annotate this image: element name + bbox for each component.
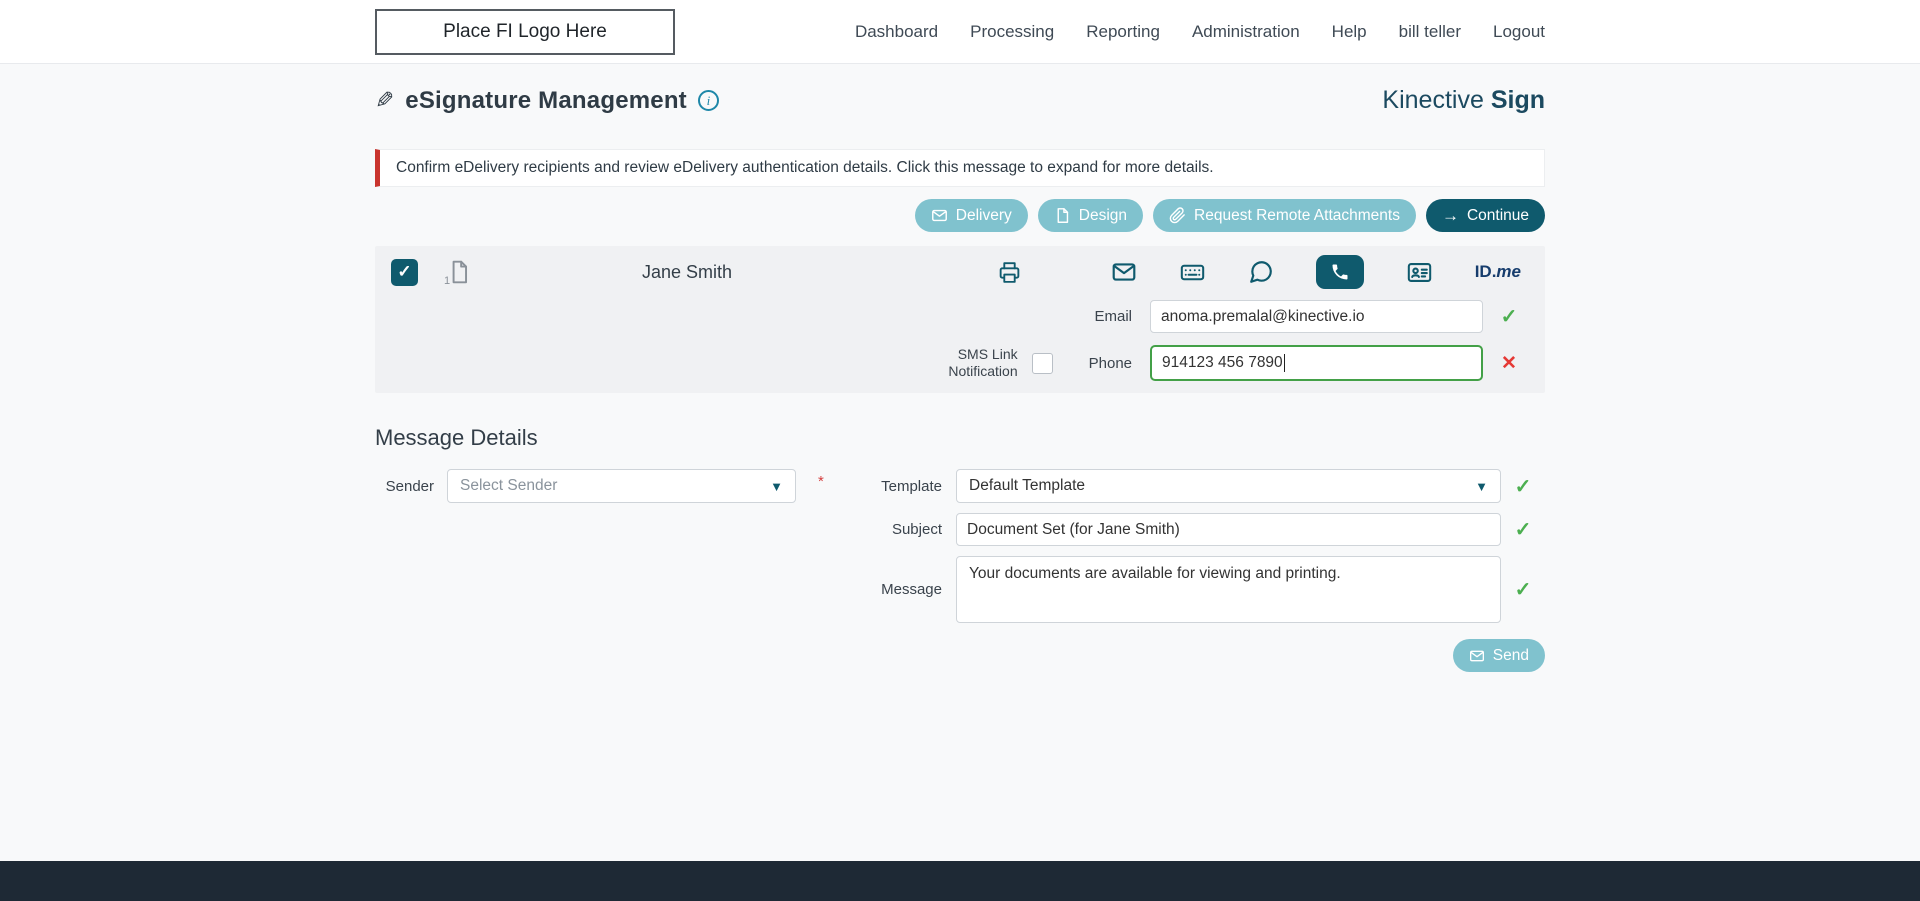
nav-dashboard[interactable]: Dashboard [855,22,938,42]
delivery-button[interactable]: Delivery [914,199,1028,232]
footer-bar [0,861,1920,901]
envelope-icon [931,207,948,224]
phone-label: Phone [1088,354,1132,372]
kinective-sign-logo: Kinective Sign [1382,86,1545,115]
contact-card-auth-icon[interactable] [1406,259,1433,286]
nav-reporting[interactable]: Reporting [1086,22,1160,42]
brand-first: Kinective [1382,86,1484,114]
phone-invalid-x-icon[interactable]: ✕ [1497,352,1521,375]
document-count: 1 [444,275,451,287]
envelope-icon [1469,648,1485,664]
document-icon [1054,207,1071,224]
message-details-form: Sender Select Sender ▼ * Template Defaul… [375,469,1545,623]
sms-label-line2: Notification [948,363,1018,379]
text-cursor [1283,354,1285,372]
top-bar: Place FI Logo Here Dashboard Processing … [0,0,1920,64]
fi-logo-text: Place FI Logo Here [443,20,607,42]
recipient-name: Jane Smith [642,261,733,282]
phone-auth-icon-selected[interactable] [1315,255,1364,289]
nav-processing[interactable]: Processing [970,22,1054,42]
print-icon[interactable] [997,260,1022,285]
page-header: ✎ eSignature Management i Kinective Sign [375,64,1545,115]
arrow-right-icon: → [1441,206,1459,225]
checkmark-icon: ✓ [397,262,412,281]
nav-user-bill-teller[interactable]: bill teller [1399,22,1461,42]
email-input[interactable] [1150,300,1483,333]
main-nav: Dashboard Processing Reporting Administr… [855,22,1545,42]
subject-valid-check-icon: ✓ [1514,519,1532,541]
sender-select-value: Select Sender [460,477,558,494]
main-content: ✎ eSignature Management i Kinective Sign… [0,64,1920,672]
chevron-down-icon: ▼ [1475,478,1488,494]
page: Place FI Logo Here Dashboard Processing … [0,0,1920,901]
subject-input[interactable] [956,513,1501,546]
email-auth-icon[interactable] [1111,259,1137,285]
send-button-label: Send [1492,646,1529,664]
required-marker: * [818,472,824,490]
idme-secondary: me [1496,262,1521,281]
edelivery-alert-banner[interactable]: Confirm eDelivery recipients and review … [375,149,1545,187]
brand-second: Sign [1490,86,1545,114]
document-count-icon: 1 [444,259,472,287]
send-row: Send [375,639,1545,672]
subject-label: Subject [891,521,942,538]
nav-logout[interactable]: Logout [1493,22,1545,42]
message-details-heading: Message Details [375,425,538,450]
send-button[interactable]: Send [1452,639,1545,672]
chevron-down-icon: ▼ [770,478,783,494]
phone-input[interactable]: 914123 456 7890 [1150,345,1483,381]
continue-button-label: Continue [1466,206,1529,224]
template-select[interactable]: Default Template ▼ [956,469,1501,503]
page-title: eSignature Management [405,86,687,114]
request-remote-attachments-button[interactable]: Request Remote Attachments [1153,199,1416,232]
idme-auth-icon[interactable]: ID.me [1475,262,1521,282]
info-icon[interactable]: i [697,90,719,111]
fi-logo-placeholder: Place FI Logo Here [375,8,675,55]
paperclip-icon [1169,207,1186,224]
idme-primary: ID. [1474,262,1497,281]
nav-administration[interactable]: Administration [1192,22,1300,42]
sender-label: Sender [385,477,434,495]
template-select-value: Default Template [969,477,1086,494]
design-button-label: Design [1078,206,1128,224]
recipient-checkbox[interactable]: ✓ [391,258,418,286]
alert-text: Confirm eDelivery recipients and review … [396,159,1214,176]
template-label: Template [881,477,942,495]
auth-method-icons: ID.me [1111,255,1521,289]
sms-chat-auth-icon[interactable] [1248,259,1274,285]
message-valid-check-icon: ✓ [1514,579,1532,601]
email-label: Email [1094,308,1132,325]
sms-label-line1: SMS Link [957,345,1018,362]
sms-link-notification-label: SMS Link Notification [948,346,1017,381]
message-textarea[interactable]: Your documents are available for viewing… [956,556,1501,623]
action-toolbar: Delivery Design Request Remote Attachmen… [375,199,1545,232]
sender-select[interactable]: Select Sender ▼ [447,469,796,503]
email-valid-check-icon: ✓ [1500,306,1518,328]
phone-value: 914123 456 7890 [1162,354,1283,371]
request-remote-attachments-label: Request Remote Attachments [1194,206,1400,224]
phone-icon [1330,262,1350,282]
template-valid-check-icon: ✓ [1514,475,1532,498]
message-label: Message [881,581,942,598]
keyboard-auth-icon[interactable] [1179,259,1206,286]
signature-pen-icon: ✎ [375,87,395,113]
design-button[interactable]: Design [1037,199,1144,232]
recipient-panel: ✓ 1 Jane Smith ID.me Email anoma.premala… [375,246,1545,393]
continue-button[interactable]: → Continue [1425,199,1545,232]
delivery-button-label: Delivery [955,206,1012,224]
sms-link-notification-checkbox[interactable] [1031,352,1053,374]
nav-help[interactable]: Help [1332,22,1367,42]
